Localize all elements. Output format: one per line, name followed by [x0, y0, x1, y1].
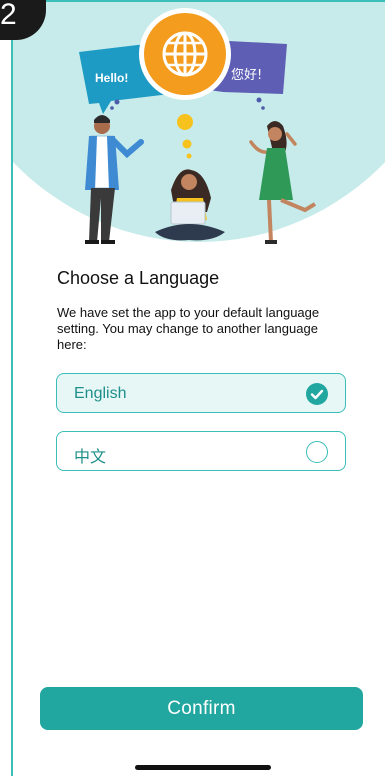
thought-dot: [256, 97, 262, 103]
language-option-english[interactable]: English: [56, 373, 346, 413]
thought-dot: [261, 106, 265, 110]
language-option-label: English: [74, 385, 127, 402]
thought-dot: [182, 139, 192, 149]
thought-dot: [110, 106, 114, 110]
language-option-label: 中文: [74, 447, 107, 466]
language-option-chinese[interactable]: 中文: [56, 431, 346, 471]
hero-illustration: Hello! 您好!: [13, 2, 385, 252]
confirm-button[interactable]: Confirm: [40, 687, 363, 730]
man-figure: [85, 115, 144, 244]
home-indicator: [135, 765, 271, 770]
phone-frame: Hello! 您好! 2 Choose a Language We have s…: [0, 0, 385, 776]
step-number: 2: [0, 0, 17, 31]
illustration-svg: Hello! 您好!: [79, 8, 317, 244]
globe-icon: [139, 8, 231, 100]
page-description: We have set the app to your default lang…: [57, 305, 320, 352]
woman-with-laptop-figure: [155, 169, 225, 241]
radio-circle-icon: [306, 441, 328, 463]
checkmark-icon: [310, 389, 324, 400]
thought-dot: [186, 153, 192, 159]
thought-dot: [114, 99, 120, 105]
bubble-left-text: Hello!: [95, 71, 128, 85]
woman-in-green-figure: [249, 121, 317, 244]
check-circle-icon: [306, 383, 328, 405]
thought-dot: [177, 114, 193, 130]
bubble-right-text: 您好!: [231, 67, 262, 83]
page-title: Choose a Language: [57, 268, 220, 288]
